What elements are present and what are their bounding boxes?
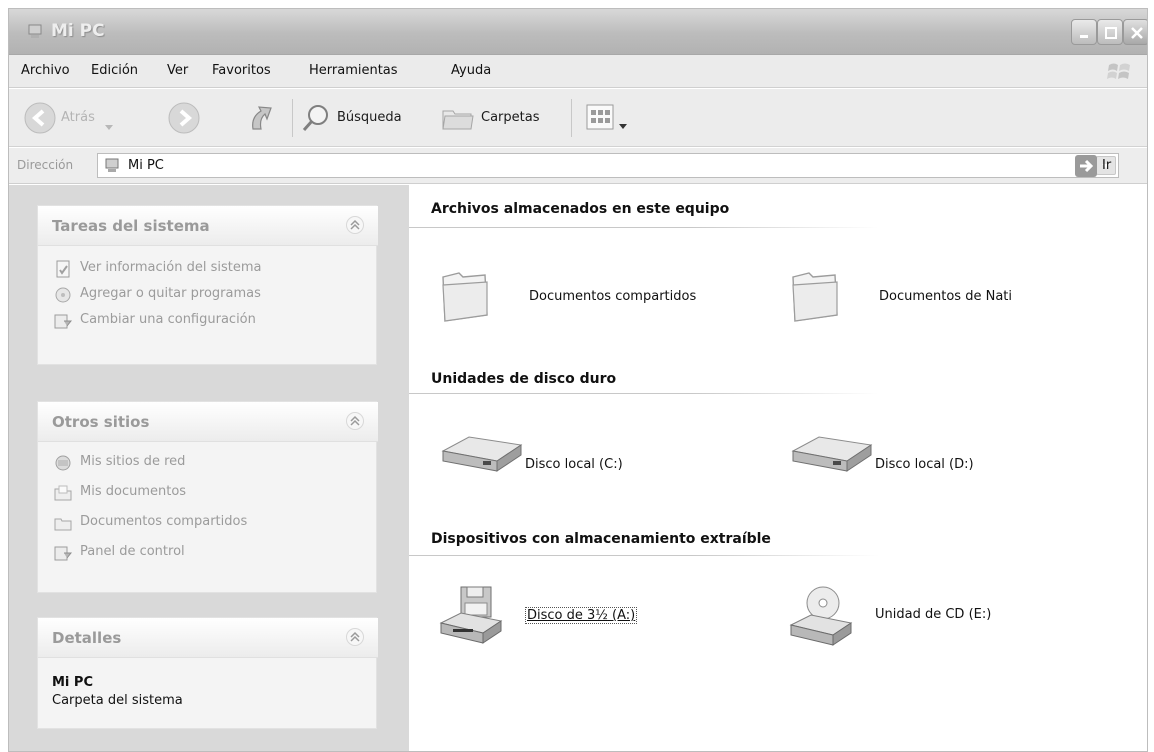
folder-icon xyxy=(439,265,491,329)
item-label[interactable]: Disco local (C:) xyxy=(525,457,623,472)
place-label[interactable]: Documentos compartidos xyxy=(80,514,247,529)
item-local-disk-d[interactable]: Disco local (D:) xyxy=(789,433,1109,503)
group-title-removable: Dispositivos con almacenamiento extraíbl… xyxy=(431,531,771,547)
system-tasks-header[interactable]: Tareas del sistema xyxy=(38,206,378,246)
address-field[interactable]: Mi PC xyxy=(97,153,1119,178)
group-divider xyxy=(409,393,879,394)
my-computer-icon xyxy=(104,157,122,179)
other-places-header[interactable]: Otros sitios xyxy=(38,402,378,442)
task-label[interactable]: Ver información del sistema xyxy=(80,260,261,275)
address-value[interactable]: Mi PC xyxy=(128,158,164,173)
details-header[interactable]: Detalles xyxy=(38,618,378,658)
views-dropdown-icon[interactable] xyxy=(619,115,627,134)
menu-favoritos[interactable]: Favoritos xyxy=(212,63,271,78)
item-shared-documents[interactable]: Documentos compartidos xyxy=(439,265,759,335)
item-local-disk-c[interactable]: Disco local (C:) xyxy=(439,433,759,503)
toolbar-separator xyxy=(292,99,293,137)
task-pane: Tareas del sistema Ver información del s… xyxy=(9,185,409,751)
task-label[interactable]: Cambiar una configuración xyxy=(80,312,256,327)
collapse-chevron-icon[interactable] xyxy=(346,216,364,234)
task-label[interactable]: Agregar o quitar programas xyxy=(80,286,261,301)
other-places-panel: Otros sitios Mis sitios de red Mis docum… xyxy=(37,401,378,593)
minimize-button[interactable] xyxy=(1071,19,1097,45)
menu-archivo[interactable]: Archivo xyxy=(21,63,70,78)
toolbar-separator xyxy=(571,99,572,137)
collapse-chevron-icon[interactable] xyxy=(346,412,364,430)
place-label[interactable]: Mis sitios de red xyxy=(80,454,185,469)
group-title-stored-files: Archivos almacenados en este equipo xyxy=(431,201,730,217)
search-icon[interactable] xyxy=(301,103,331,137)
hard-drive-icon xyxy=(789,433,875,481)
hard-drive-icon xyxy=(439,433,525,481)
floppy-drive-icon xyxy=(439,583,505,653)
back-button-label[interactable]: Atrás xyxy=(61,110,95,125)
group-title-hard-drives: Unidades de disco duro xyxy=(431,371,617,387)
group-divider xyxy=(409,227,879,228)
my-documents-icon xyxy=(54,484,72,502)
details-name: Mi PC xyxy=(52,675,93,690)
details-title: Detalles xyxy=(52,629,122,647)
system-info-icon xyxy=(54,260,72,278)
up-folder-icon[interactable] xyxy=(247,99,277,139)
place-label[interactable]: Panel de control xyxy=(80,544,185,559)
close-button[interactable] xyxy=(1123,19,1147,45)
menu-edicion[interactable]: Edición xyxy=(91,63,138,78)
my-computer-icon xyxy=(27,23,45,41)
go-arrow-icon[interactable] xyxy=(1075,155,1097,177)
menu-bar: Archivo Edición Ver Favoritos Herramient… xyxy=(9,55,1147,88)
windows-logo-icon xyxy=(1105,59,1133,85)
back-arrow-icon[interactable] xyxy=(23,101,57,139)
forward-arrow-icon[interactable] xyxy=(167,101,201,139)
item-floppy-a[interactable]: Disco de 3½ (A:) xyxy=(439,583,759,653)
go-button-label[interactable]: Ir xyxy=(1102,158,1111,173)
title-bar[interactable]: Mi PC xyxy=(9,9,1147,55)
back-dropdown-icon[interactable] xyxy=(105,116,113,135)
system-tasks-title: Tareas del sistema xyxy=(52,217,210,235)
item-nati-documents[interactable]: Documentos de Nati xyxy=(789,265,1109,335)
place-label[interactable]: Mis documentos xyxy=(80,484,186,499)
system-tasks-panel: Tareas del sistema Ver información del s… xyxy=(37,205,378,365)
item-label[interactable]: Unidad de CD (E:) xyxy=(875,607,991,622)
item-label[interactable]: Documentos de Nati xyxy=(879,289,1012,304)
folders-icon[interactable] xyxy=(441,103,475,137)
explorer-window: Mi PC Archivo Edición Ver Favoritos Herr… xyxy=(8,8,1148,752)
details-panel: Detalles Mi PC Carpeta del sistema xyxy=(37,617,378,729)
group-divider xyxy=(409,555,879,556)
views-icon[interactable] xyxy=(585,103,615,135)
maximize-button[interactable] xyxy=(1097,19,1123,45)
shared-folder-icon xyxy=(54,514,72,532)
other-places-title: Otros sitios xyxy=(52,413,150,431)
window-title: Mi PC xyxy=(51,21,105,41)
add-remove-programs-icon xyxy=(54,286,72,304)
search-button-label[interactable]: Búsqueda xyxy=(337,110,402,125)
folders-button-label[interactable]: Carpetas xyxy=(481,110,539,125)
content-area: Archivos almacenados en este equipo Docu… xyxy=(409,185,1147,751)
control-panel-icon xyxy=(54,544,73,562)
menu-ver[interactable]: Ver xyxy=(167,63,188,78)
cd-drive-icon xyxy=(789,583,855,653)
menu-herramientas[interactable]: Herramientas xyxy=(309,63,398,78)
address-bar: Dirección Mi PC Ir xyxy=(9,148,1147,184)
toolbar: Atrás Búsqueda Carpetas xyxy=(9,89,1147,147)
item-label[interactable]: Documentos compartidos xyxy=(529,289,696,304)
details-description: Carpeta del sistema xyxy=(52,693,183,708)
network-places-icon xyxy=(54,454,72,472)
address-label: Dirección xyxy=(17,158,74,172)
item-label[interactable]: Disco de 3½ (A:) xyxy=(525,607,638,624)
control-panel-icon xyxy=(54,312,73,330)
item-label[interactable]: Disco local (D:) xyxy=(875,457,974,472)
menu-ayuda[interactable]: Ayuda xyxy=(451,63,491,78)
collapse-chevron-icon[interactable] xyxy=(346,628,364,646)
item-cd-e[interactable]: Unidad de CD (E:) xyxy=(789,583,1109,653)
folder-icon xyxy=(789,265,841,329)
